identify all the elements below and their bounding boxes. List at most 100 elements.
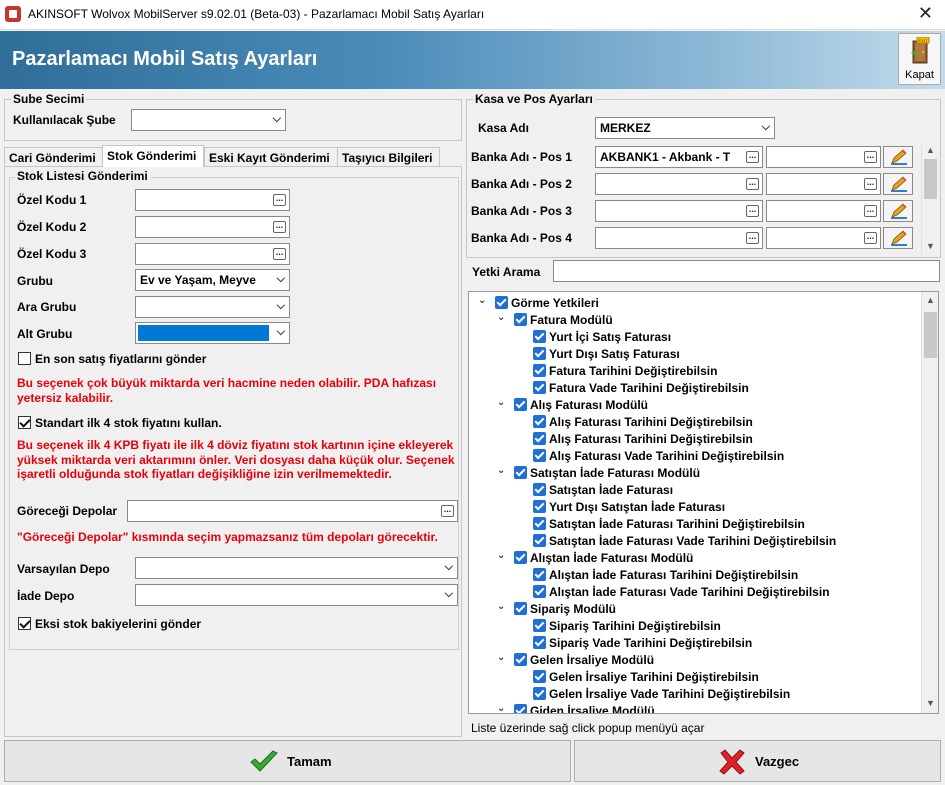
tree-checkbox[interactable] xyxy=(533,432,546,445)
tree-checkbox[interactable] xyxy=(514,704,527,713)
tree-item-label: Alış Faturası Vade Tarihini Değiştirebil… xyxy=(549,449,785,463)
tree-item-label: Alıştan İade Faturası Vade Tarihini Deği… xyxy=(549,585,830,599)
tree-checkbox[interactable] xyxy=(533,687,546,700)
tree-scrollbar[interactable]: ▲ ▼ xyxy=(921,292,938,713)
pos-2-account-input[interactable]: ... xyxy=(766,173,881,195)
tree-item-label: Alıştan İade Faturası Tarihini Değiştire… xyxy=(549,568,799,582)
tree-checkbox[interactable] xyxy=(533,585,546,598)
expander-chevron-icon[interactable]: ⌄ xyxy=(497,465,505,476)
gorecegi-depolar-label: Göreceği Depolar xyxy=(17,504,118,518)
tree-checkbox[interactable] xyxy=(533,517,546,530)
vazgec-button[interactable]: Vazgec xyxy=(574,740,941,782)
iade-depo-select[interactable]: ⌵ xyxy=(135,584,458,606)
ellipsis-icon[interactable]: ... xyxy=(746,232,759,244)
ellipsis-icon[interactable]: ... xyxy=(746,205,759,217)
expander-chevron-icon[interactable]: ⌄ xyxy=(497,550,505,561)
pos-4-edit-button[interactable] xyxy=(883,227,913,249)
tree-checkbox[interactable] xyxy=(533,670,546,683)
pos-3-account-input[interactable]: ... xyxy=(766,200,881,222)
tree-checkbox[interactable] xyxy=(533,534,546,547)
expander-chevron-icon[interactable]: ⌄ xyxy=(497,601,505,612)
tab-eski-kayit-gonderimi[interactable]: Eski Kayıt Gönderimi xyxy=(204,147,338,167)
son-satis-checkbox[interactable] xyxy=(18,352,31,365)
ozel-kodu-1-input[interactable]: ... xyxy=(135,189,290,211)
close-icon[interactable]: ✕ xyxy=(918,3,933,24)
tree-checkbox[interactable] xyxy=(533,330,546,343)
eksi-stok-checkbox[interactable] xyxy=(18,617,31,630)
ozel-kodu-2-input[interactable]: ... xyxy=(135,216,290,238)
pos-4-label: Banka Adı - Pos 4 xyxy=(471,231,572,245)
expander-chevron-icon[interactable]: ⌄ xyxy=(497,703,505,713)
pos-4-account-input[interactable]: ... xyxy=(766,227,881,249)
tab-cari-gonderimi[interactable]: Cari Gönderimi xyxy=(4,147,103,167)
ozel-kodu-3-input[interactable]: ... xyxy=(135,243,290,265)
sube-caption: Sube Secimi xyxy=(11,92,87,106)
pos-1-account-input[interactable]: ... xyxy=(766,146,881,168)
pencil-icon xyxy=(891,176,907,192)
expander-chevron-icon[interactable]: ⌄ xyxy=(497,312,505,323)
tree-checkbox[interactable] xyxy=(533,364,546,377)
ellipsis-icon[interactable]: ... xyxy=(273,221,286,233)
tree-checkbox[interactable] xyxy=(533,483,546,496)
gorecegi-depolar-input[interactable]: ... xyxy=(127,500,458,522)
tree-checkbox[interactable] xyxy=(533,500,546,513)
tree-checkbox[interactable] xyxy=(514,551,527,564)
scroll-down-icon[interactable]: ▼ xyxy=(922,241,939,251)
permission-tree[interactable]: ⌄ Görme Yetkileri ⌄ Fatura Modülü Yurt İçi S… xyxy=(468,291,939,714)
ellipsis-icon[interactable]: ... xyxy=(746,151,759,163)
pos-2-edit-button[interactable] xyxy=(883,173,913,195)
exit-door-icon: EXIT xyxy=(911,37,930,64)
tamam-button[interactable]: Tamam xyxy=(4,740,571,782)
kasa-adi-select[interactable]: MERKEZ ⌵ xyxy=(595,117,775,139)
yetki-arama-input[interactable] xyxy=(553,260,940,282)
scroll-thumb[interactable] xyxy=(924,159,937,199)
tree-checkbox[interactable] xyxy=(533,415,546,428)
tab-tasiyici-bilgileri[interactable]: Taşıyıcı Bilgileri xyxy=(337,147,440,167)
ellipsis-icon[interactable]: ... xyxy=(273,194,286,206)
tree-item-label: Sipariş Vade Tarihini Değiştirebilsin xyxy=(549,636,753,650)
tree-checkbox[interactable] xyxy=(533,619,546,632)
tab-stok-gonderimi[interactable]: Stok Gönderimi xyxy=(102,145,204,167)
ellipsis-icon[interactable]: ... xyxy=(746,178,759,190)
scroll-up-icon[interactable]: ▲ xyxy=(922,295,939,305)
pos-grid-scrollbar[interactable]: ▲ ▼ xyxy=(921,143,939,255)
pos-3-bank-input[interactable]: ... xyxy=(595,200,763,222)
tree-checkbox[interactable] xyxy=(533,347,546,360)
pos-3-edit-button[interactable] xyxy=(883,200,913,222)
ellipsis-icon[interactable]: ... xyxy=(864,232,877,244)
pos-1-bank-input[interactable]: AKBANK1 - Akbank - T ... xyxy=(595,146,763,168)
tree-checkbox[interactable] xyxy=(495,296,508,309)
tree-checkbox[interactable] xyxy=(533,381,546,394)
exit-button[interactable]: EXIT Kapat xyxy=(898,33,941,85)
tree-checkbox[interactable] xyxy=(514,466,527,479)
tree-item-label: Alış Faturası Tarihini Değiştirebilsin xyxy=(549,432,753,446)
pos-2-bank-input[interactable]: ... xyxy=(595,173,763,195)
pos-4-bank-input[interactable]: ... xyxy=(595,227,763,249)
tree-checkbox[interactable] xyxy=(514,398,527,411)
expander-chevron-icon[interactable]: ⌄ xyxy=(497,652,505,663)
standart-fiyat-checkbox[interactable] xyxy=(18,416,31,429)
tree-checkbox[interactable] xyxy=(533,449,546,462)
expander-chevron-icon[interactable]: ⌄ xyxy=(497,397,505,408)
ellipsis-icon[interactable]: ... xyxy=(864,178,877,190)
tree-checkbox[interactable] xyxy=(514,653,527,666)
ara-grubu-select[interactable]: ⌵ xyxy=(135,296,290,318)
varsayilan-depo-select[interactable]: ⌵ xyxy=(135,557,458,579)
ellipsis-icon[interactable]: ... xyxy=(864,151,877,163)
tree-checkbox[interactable] xyxy=(533,568,546,581)
sube-select[interactable]: ⌵ xyxy=(131,109,286,131)
tree-checkbox[interactable] xyxy=(533,636,546,649)
stok-listesi-caption: Stok Listesi Gönderimi xyxy=(15,169,150,183)
ellipsis-icon[interactable]: ... xyxy=(864,205,877,217)
ellipsis-icon[interactable]: ... xyxy=(441,505,454,517)
expander-chevron-icon[interactable]: ⌄ xyxy=(478,295,486,306)
alt-grubu-select[interactable]: ⌵ xyxy=(135,322,290,344)
pos-1-edit-button[interactable] xyxy=(883,146,913,168)
grubu-select[interactable]: Ev ve Yaşam, Meyve ⌵ xyxy=(135,269,290,291)
scroll-down-icon[interactable]: ▼ xyxy=(922,698,939,708)
ellipsis-icon[interactable]: ... xyxy=(273,248,286,260)
tree-checkbox[interactable] xyxy=(514,602,527,615)
tree-checkbox[interactable] xyxy=(514,313,527,326)
scroll-up-icon[interactable]: ▲ xyxy=(922,145,939,155)
scroll-thumb[interactable] xyxy=(924,312,937,358)
